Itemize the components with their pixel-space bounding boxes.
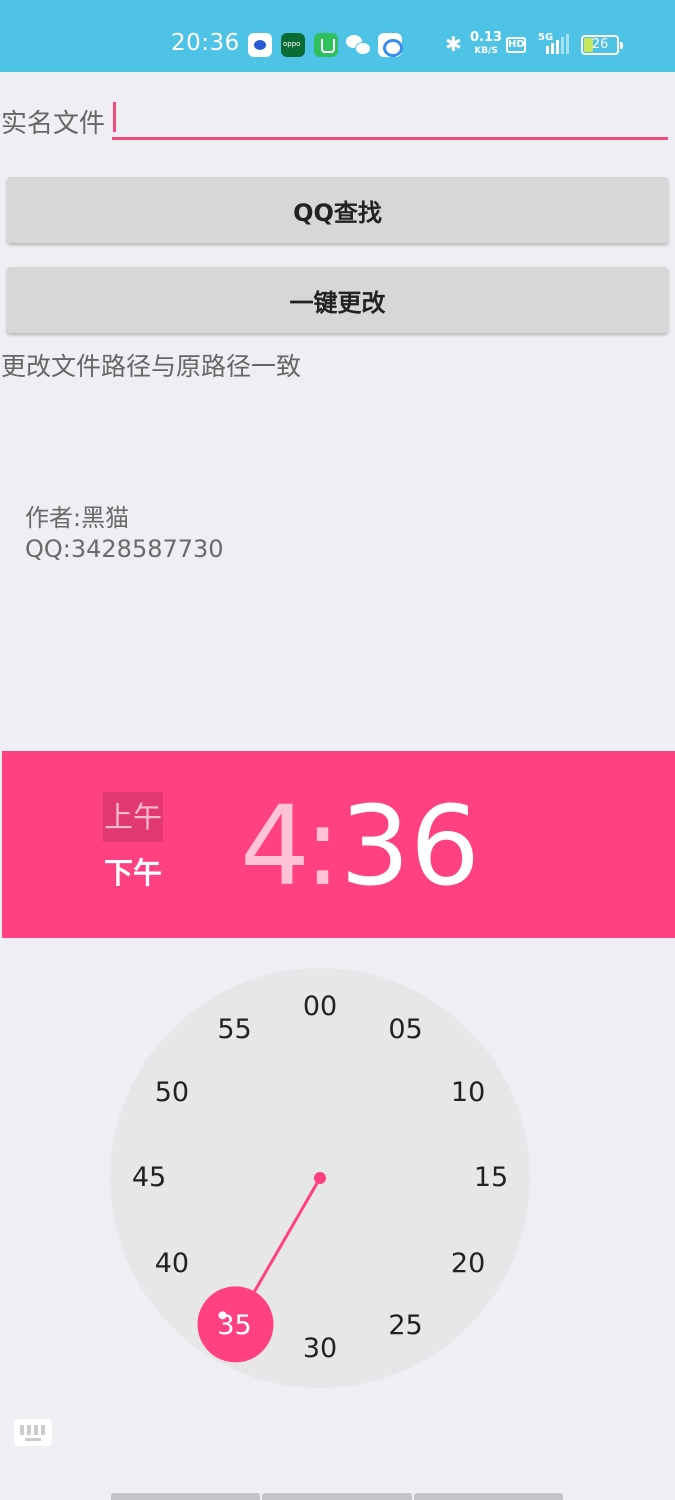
- author-info: 作者:黑猫 QQ:3428587730: [25, 503, 224, 565]
- minute-tick-35[interactable]: 35: [205, 1309, 265, 1343]
- network-speed: 0.13 KB/S: [470, 30, 503, 57]
- minute-tick-15[interactable]: 15: [461, 1161, 521, 1195]
- navigation-bar: [111, 1493, 563, 1500]
- screen: 20:36 ✱ 0.13 KB/S HD 5G 26 实名文件 QQ查找 一键更…: [0, 0, 675, 1500]
- keyboard-icon[interactable]: [14, 1419, 52, 1446]
- minute-tick-10[interactable]: 10: [438, 1076, 498, 1110]
- nav-segment[interactable]: [262, 1493, 412, 1500]
- bluetooth-icon: ✱: [445, 32, 462, 56]
- nav-segment[interactable]: [111, 1493, 261, 1500]
- status-time: 20:36: [171, 30, 240, 56]
- minute-tick-55[interactable]: 55: [205, 1013, 265, 1047]
- minute-tick-20[interactable]: 20: [438, 1247, 498, 1281]
- time-picker-header: 上午 下午 4 : 36: [2, 751, 675, 938]
- minute-tick-05[interactable]: 05: [376, 1013, 436, 1047]
- app-market-icon: [314, 33, 338, 57]
- minute-tick-50[interactable]: 50: [142, 1076, 202, 1110]
- minute-clock-dial[interactable]: 00 05 10 15 20 25 30 35 40 45 50 55: [110, 968, 530, 1388]
- nav-segment[interactable]: [413, 1493, 563, 1500]
- network-speed-value: 0.13: [470, 30, 503, 45]
- baidu-icon: [248, 33, 272, 57]
- network-type-label: 5G: [538, 32, 554, 43]
- hd-icon: HD: [506, 37, 526, 53]
- oppo-icon: [281, 33, 305, 57]
- network-speed-unit: KB/S: [474, 46, 498, 56]
- wechat-icon: [346, 33, 372, 57]
- minute-display[interactable]: 36: [340, 781, 480, 911]
- hour-display[interactable]: 4: [240, 781, 310, 911]
- minute-tick-00[interactable]: 00: [290, 990, 350, 1024]
- clock-center-dot: [314, 1172, 326, 1184]
- baidu-netdisk-icon: [378, 33, 403, 57]
- minute-tick-40[interactable]: 40: [142, 1247, 202, 1281]
- path-hint-text: 更改文件路径与原路径一致: [1, 352, 302, 381]
- signal-icon: 5G: [538, 32, 572, 56]
- author-name: 作者:黑猫: [25, 504, 130, 532]
- author-qq: QQ:3428587730: [25, 535, 224, 563]
- text-cursor: [113, 102, 116, 132]
- real-name-file-input[interactable]: [112, 98, 668, 140]
- status-bar: 20:36 ✱ 0.13 KB/S HD 5G 26: [0, 0, 675, 72]
- minute-tick-25[interactable]: 25: [376, 1309, 436, 1343]
- real-name-file-label: 实名文件: [1, 109, 106, 139]
- minute-tick-45[interactable]: 45: [119, 1161, 179, 1195]
- qq-search-button[interactable]: QQ查找: [7, 177, 668, 243]
- battery-level: 26: [591, 37, 609, 52]
- one-click-change-button[interactable]: 一键更改: [7, 267, 668, 333]
- pm-toggle[interactable]: 下午: [103, 848, 163, 898]
- time-separator: :: [304, 782, 342, 910]
- am-toggle[interactable]: 上午: [103, 792, 163, 842]
- minute-tick-30[interactable]: 30: [290, 1332, 350, 1366]
- battery-icon: 26: [581, 35, 623, 55]
